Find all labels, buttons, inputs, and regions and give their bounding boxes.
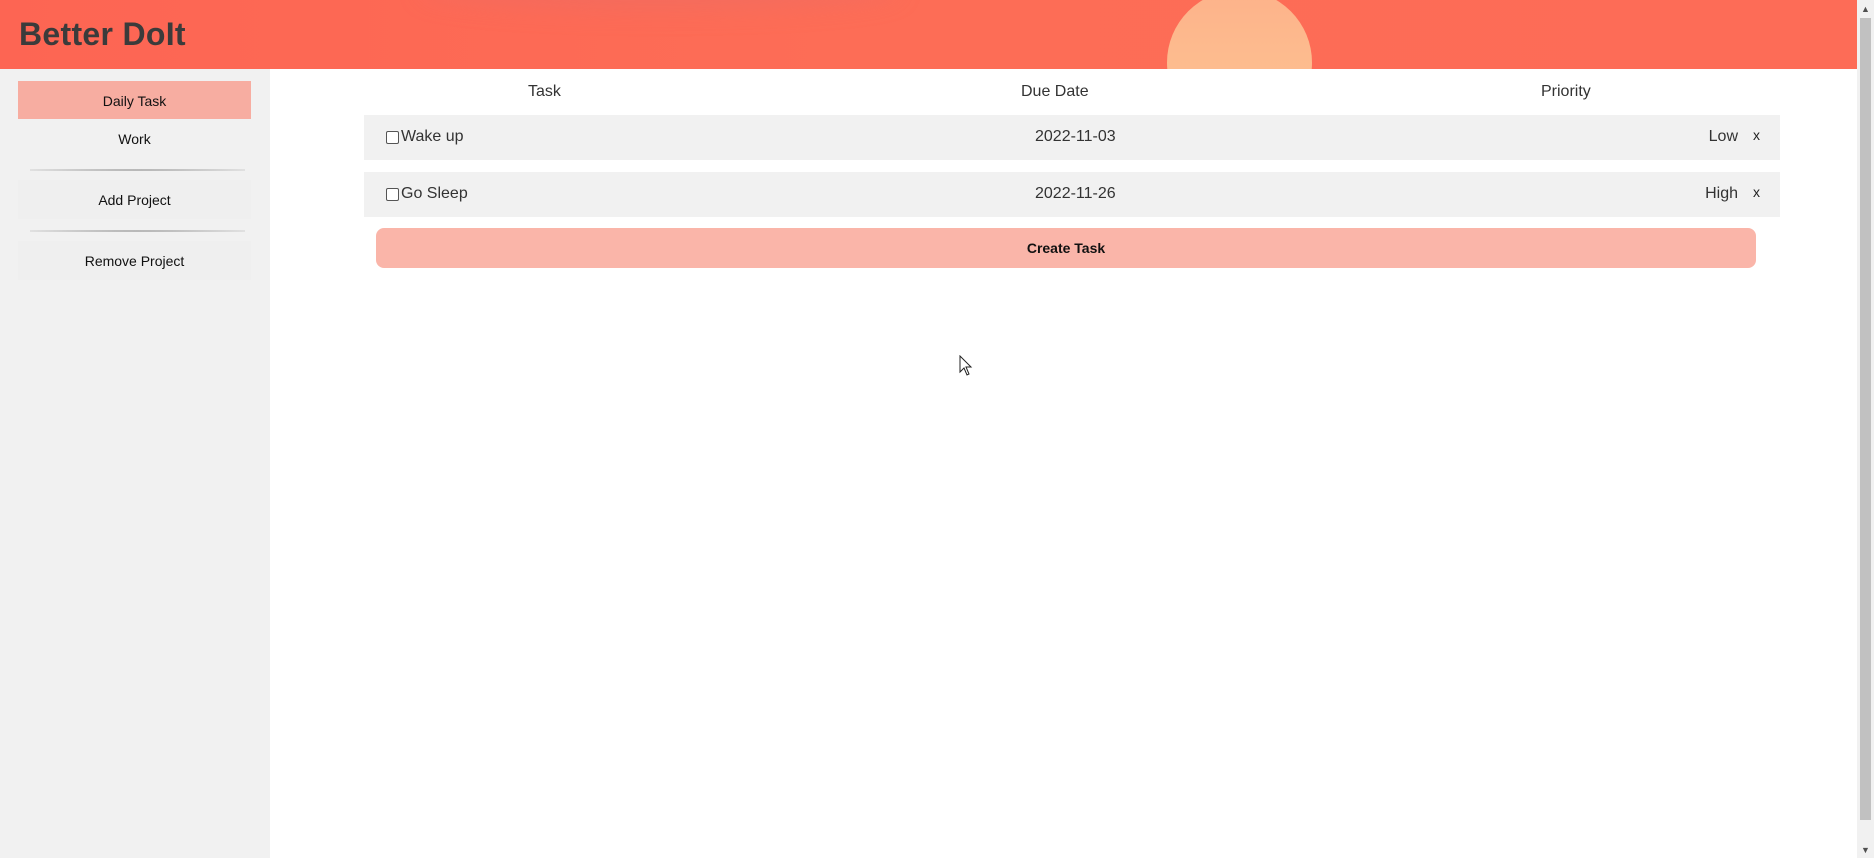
task-checkbox[interactable]	[386, 188, 399, 201]
mouse-cursor-icon	[959, 355, 973, 376]
task-priority: Low	[1708, 128, 1738, 145]
scroll-down-icon[interactable]: ▼	[1857, 841, 1874, 858]
task-row: Wake up 2022-11-03 Low x	[364, 115, 1780, 160]
delete-task-button[interactable]: x	[1753, 184, 1760, 200]
task-priority: High	[1705, 185, 1738, 202]
scroll-up-icon[interactable]: ▲	[1857, 0, 1874, 17]
column-header-due-date: Due Date	[1021, 83, 1089, 100]
column-header-priority: Priority	[1541, 83, 1591, 100]
task-checkbox[interactable]	[386, 131, 399, 144]
header-glow	[420, 0, 900, 10]
sidebar-divider	[30, 169, 245, 171]
app-title: Better DoIt	[19, 16, 186, 52]
sidebar-divider	[30, 230, 245, 232]
remove-project-button[interactable]: Remove Project	[18, 241, 251, 280]
column-header-task: Task	[528, 83, 561, 100]
project-work[interactable]: Work	[18, 119, 251, 158]
task-panel: Task Due Date Priority Wake up 2022-11-0…	[270, 69, 1841, 858]
delete-task-button[interactable]: x	[1753, 127, 1760, 143]
vertical-scrollbar[interactable]: ▲ ▼	[1857, 0, 1874, 858]
sidebar: Daily Task Work Add Project Remove Proje…	[0, 69, 270, 858]
task-due-date: 2022-11-03	[1035, 128, 1116, 145]
task-row: Go Sleep 2022-11-26 High x	[364, 172, 1780, 217]
app-header: Better DoIt	[0, 0, 1857, 69]
add-project-button[interactable]: Add Project	[18, 180, 251, 219]
task-due-date: 2022-11-26	[1035, 185, 1116, 202]
create-task-button[interactable]: Create Task	[376, 228, 1756, 268]
sun-decoration	[1167, 0, 1312, 69]
task-name: Wake up	[401, 128, 464, 145]
project-daily-task[interactable]: Daily Task	[18, 81, 251, 120]
scroll-thumb[interactable]	[1860, 18, 1871, 820]
task-name: Go Sleep	[401, 185, 468, 202]
